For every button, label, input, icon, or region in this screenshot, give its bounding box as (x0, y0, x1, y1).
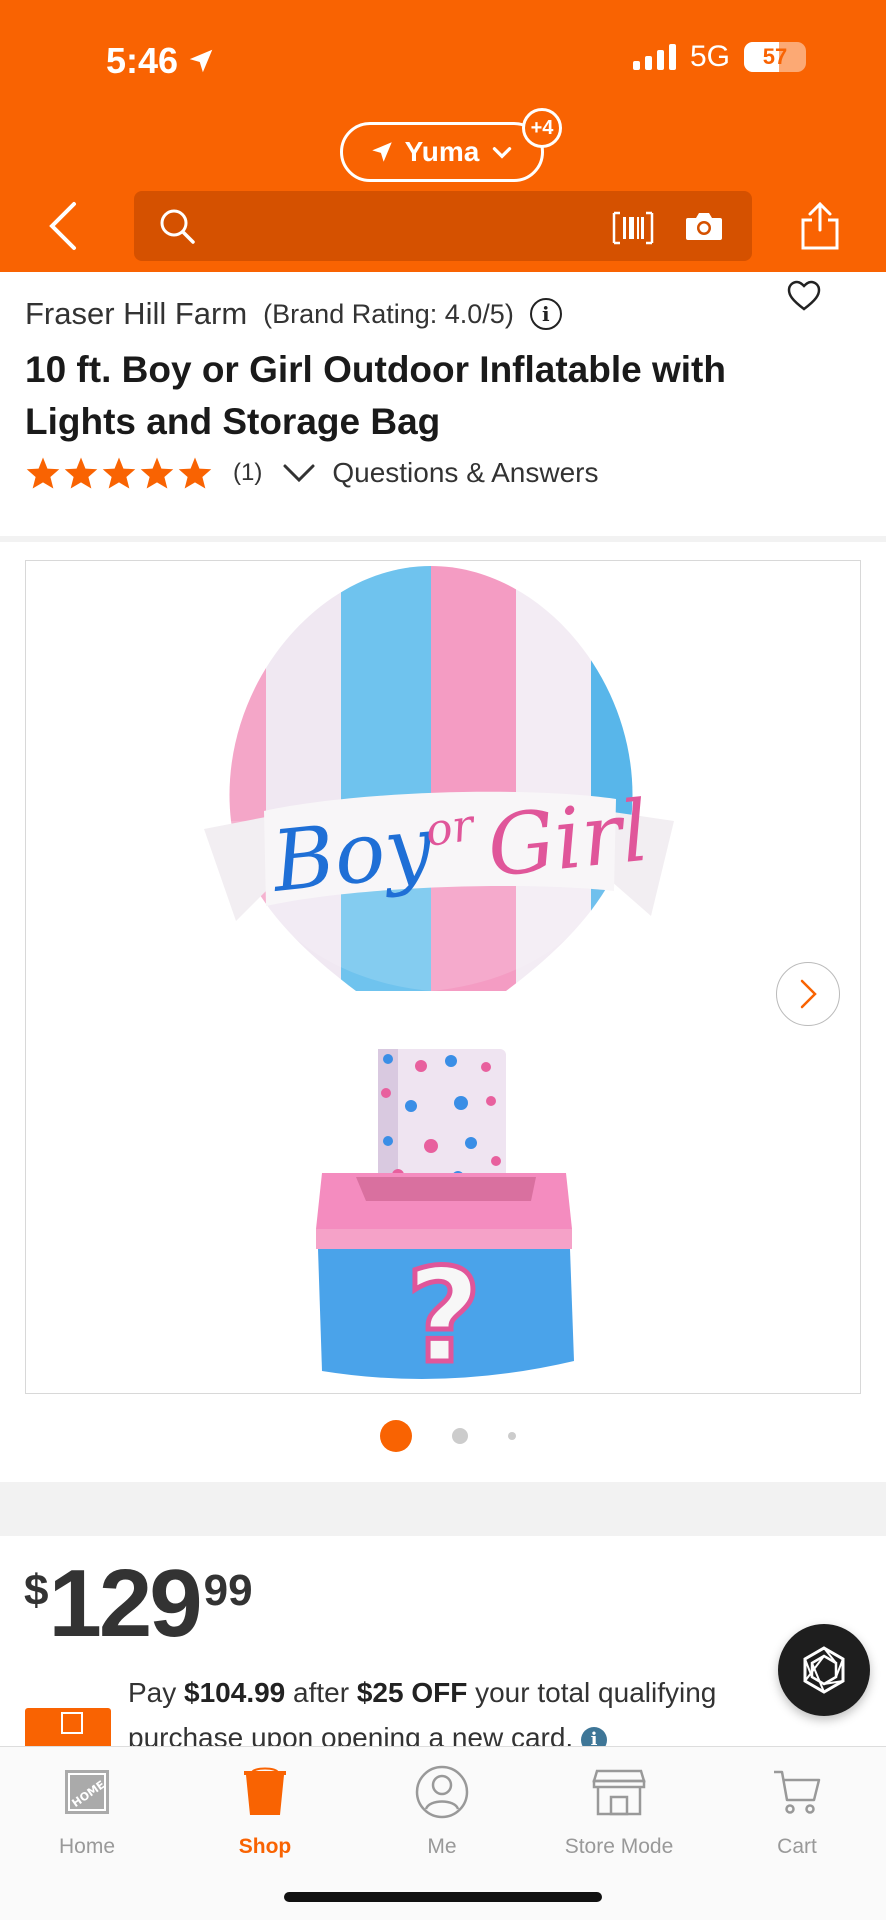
barcode-scan-icon[interactable] (612, 211, 654, 245)
star-icon (102, 457, 136, 489)
location-arrow-icon (189, 49, 213, 73)
heart-icon (787, 280, 821, 311)
back-button[interactable] (44, 198, 84, 254)
star-icon (26, 457, 60, 489)
bucket-icon (244, 1767, 286, 1815)
product-price: $ 129 99 (24, 1550, 253, 1657)
star-icon (140, 457, 174, 489)
chevron-down-icon (283, 464, 315, 483)
hexagon-aperture-icon (803, 1646, 845, 1694)
product-page: 5:46 5G 57 Yuma +4 Fraser Hill Farm (Bra… (0, 0, 886, 1920)
star-rating[interactable] (25, 456, 213, 490)
review-count[interactable]: (1) (233, 459, 262, 487)
cart-icon (774, 1770, 821, 1814)
search-icon (160, 209, 195, 244)
brand-row: Fraser Hill Farm (Brand Rating: 4.0/5) i (25, 296, 562, 332)
chevron-right-icon (800, 979, 817, 1009)
price-section: $ 129 99 Pay $104.99 after $25 OFF your … (0, 1536, 886, 1756)
brand-rating: (Brand Rating: 4.0/5) (263, 298, 514, 329)
hot-air-balloon-inflatable-image: Boy or Girl ? (204, 566, 674, 1393)
chevron-left-icon (49, 202, 76, 250)
info-icon[interactable]: i (529, 298, 562, 330)
svg-text:?: ? (406, 1240, 481, 1392)
brand-link[interactable]: Fraser Hill Farm (25, 296, 247, 332)
home-indicator (284, 1892, 602, 1902)
camera-icon[interactable] (684, 210, 724, 242)
home-depot-logo-icon: HOME (65, 1770, 109, 1814)
pagination-dot[interactable] (452, 1428, 468, 1444)
home-depot-logo-icon (61, 1712, 83, 1734)
star-icon (178, 457, 212, 489)
status-indicators: 5G 57 (632, 40, 806, 74)
gallery-pagination (0, 1420, 886, 1452)
pagination-dot[interactable] (508, 1432, 516, 1440)
svg-text:Girl: Girl (483, 782, 653, 896)
chevron-down-icon (493, 147, 512, 159)
location-name: Yuma (404, 136, 480, 167)
product-title: 10 ft. Boy or Girl Outdoor Inflatable wi… (25, 349, 726, 442)
tab-home[interactable]: HOME Home (12, 1761, 162, 1859)
store-icon (592, 1769, 646, 1816)
network-type: 5G (689, 40, 730, 73)
location-selector[interactable]: Yuma (340, 122, 544, 182)
chat-assistant-button[interactable] (778, 1624, 870, 1716)
share-button[interactable] (798, 200, 842, 257)
person-icon (415, 1765, 469, 1819)
questions-answers-link[interactable]: Questions & Answers (282, 457, 598, 489)
section-divider (0, 1482, 886, 1536)
pagination-dot-active[interactable] (380, 1420, 412, 1452)
next-image-button[interactable] (776, 962, 840, 1026)
tab-shop[interactable]: Shop (190, 1761, 340, 1859)
search-input[interactable] (134, 191, 752, 261)
signal-icon (632, 44, 676, 70)
tab-store-mode[interactable]: Store Mode (544, 1761, 694, 1859)
location-arrow-icon (371, 142, 392, 162)
tab-cart[interactable]: Cart (722, 1761, 872, 1859)
favorite-button[interactable] (786, 280, 822, 317)
app-header: 5:46 5G 57 Yuma +4 (0, 0, 886, 272)
rating-row: (1) Questions & Answers (25, 456, 598, 490)
svg-text:Boy: Boy (266, 797, 439, 912)
share-icon (801, 201, 839, 250)
image-gallery: Boy or Girl ? (0, 542, 886, 1482)
location-count-badge: +4 (522, 108, 562, 148)
product-image[interactable]: Boy or Girl ? (25, 560, 861, 1394)
qa-label: Questions & Answers (332, 457, 599, 488)
battery-icon: 57 (744, 42, 806, 72)
tab-me[interactable]: Me (367, 1761, 517, 1859)
product-info: Fraser Hill Farm (Brand Rating: 4.0/5) i… (0, 272, 886, 536)
status-time: 5:46 (106, 40, 216, 82)
star-icon (64, 457, 98, 489)
